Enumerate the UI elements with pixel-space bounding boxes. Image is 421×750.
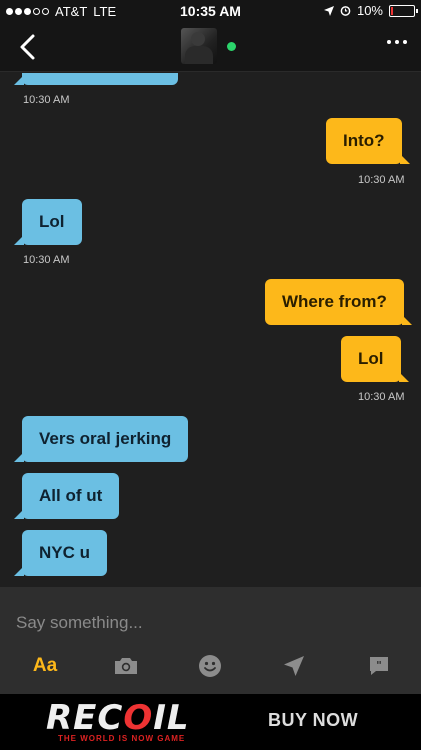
status-bar: AT&T LTE 10:35 AM 10% [0, 0, 421, 22]
message-text: Into? [343, 131, 385, 150]
ad-tagline: THE WORLD IS NOW GAME [58, 734, 186, 743]
message-text: Lol [358, 349, 384, 368]
message-text: NYC u [39, 543, 90, 562]
saved-phrases-button[interactable]: " [364, 651, 394, 681]
text-style-button[interactable]: Aa [28, 651, 62, 681]
message-bubble-incoming [14, 73, 178, 85]
more-options-button[interactable] [387, 40, 407, 44]
message-input[interactable] [16, 613, 406, 633]
location-icon [284, 656, 304, 676]
message-bubble-incoming: NYC u [14, 530, 107, 576]
avatar[interactable] [181, 28, 217, 64]
message-bubble-outgoing: Into? [326, 118, 410, 164]
camera-icon [115, 658, 137, 674]
message-bubble-incoming: Vers oral jerking [13, 416, 189, 462]
message-bubble-outgoing: Lol [341, 336, 408, 382]
chat-header [0, 22, 421, 72]
message-text: Vers oral jerking [39, 429, 172, 448]
ad-buy-now-button[interactable]: BUY NOW [268, 710, 358, 731]
back-button[interactable] [14, 32, 44, 62]
ad-banner[interactable]: RECOIL THE WORLD IS NOW GAME BUY NOW [0, 694, 421, 750]
chevron-left-icon [20, 34, 35, 60]
message-timestamp: 10:30 AM [358, 174, 405, 186]
online-status-indicator [227, 42, 236, 51]
message-timestamp: 10:30 AM [358, 391, 405, 403]
camera-button[interactable] [111, 651, 141, 681]
ad-logo: RECOIL [46, 698, 190, 738]
alarm-icon [340, 6, 351, 16]
battery-icon [389, 4, 418, 17]
message-text: Where from? [282, 292, 387, 311]
battery-percent: 10% [356, 3, 383, 18]
message-bubble-outgoing: Where from? [265, 279, 412, 325]
saved-phrases-icon: " [370, 657, 388, 675]
location-arrow-icon [323, 5, 334, 16]
svg-text:": " [376, 659, 382, 672]
emoji-icon [199, 655, 221, 677]
message-text: Lol [39, 212, 65, 231]
more-icon [387, 40, 391, 44]
message-timestamp: 10:30 AM [23, 254, 70, 266]
message-bubble-incoming: All of ut [13, 473, 120, 519]
message-composer: Aa " [0, 587, 421, 694]
status-right: 10% [323, 3, 418, 18]
message-timestamp: 10:30 AM [23, 94, 70, 106]
emoji-button[interactable] [195, 651, 225, 681]
location-button[interactable] [279, 651, 309, 681]
message-bubble-incoming: Lol [14, 199, 82, 245]
composer-toolbar: Aa " [0, 649, 421, 685]
message-text: All of ut [39, 486, 103, 505]
message-thread[interactable]: 10:30 AM Into? 10:30 AM Lol 10:30 AM Whe… [0, 73, 421, 587]
